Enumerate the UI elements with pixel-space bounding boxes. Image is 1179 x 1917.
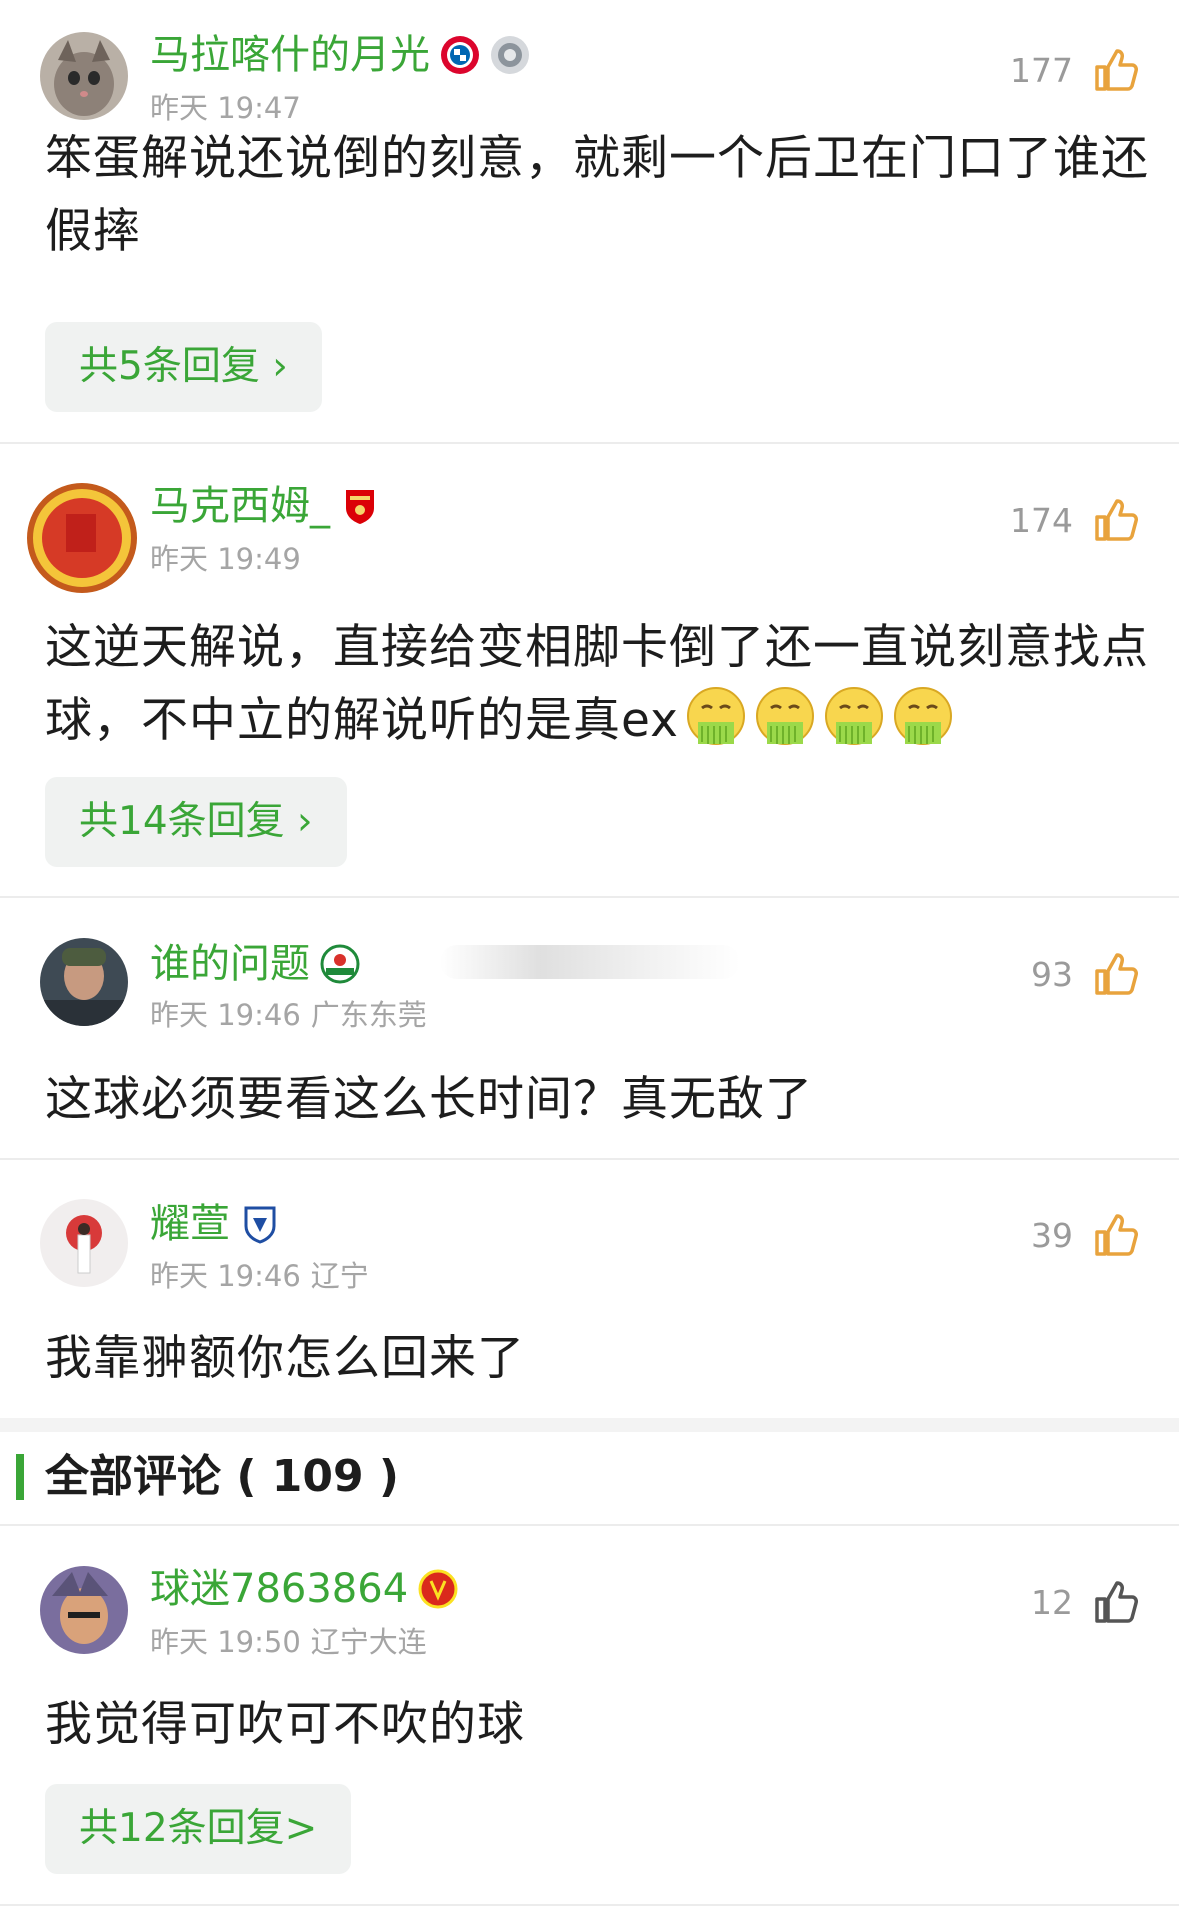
section-accent-bar xyxy=(16,1454,24,1500)
all-comments-header: 全部评论 ( 109 ) xyxy=(0,1432,1179,1524)
comment-location: 广东东莞 xyxy=(310,998,427,1032)
divider xyxy=(0,1158,1179,1160)
comment-time: 昨天 19:46 xyxy=(150,1259,301,1293)
blurred-region xyxy=(440,945,740,979)
like-count: 12 xyxy=(1031,1582,1073,1622)
henan-badge-icon xyxy=(320,944,360,984)
comment-time: 昨天 19:47 xyxy=(150,91,301,125)
comment-location: 辽宁大连 xyxy=(310,1625,427,1659)
thumbs-up-icon[interactable] xyxy=(1093,1578,1141,1626)
comment-text: 笨蛋解说还说倒的刻意，就剩一个后卫在门口了谁还假摔 xyxy=(45,131,1149,259)
arsenal-badge-icon xyxy=(340,486,380,526)
bayern-munich-badge-icon xyxy=(440,35,480,75)
comment-location: 辽宁 xyxy=(310,1259,369,1293)
section-divider xyxy=(0,1418,1179,1432)
thumbs-up-icon[interactable] xyxy=(1093,950,1141,998)
vomiting-face-icon xyxy=(822,686,886,750)
username[interactable]: 球迷7863864 xyxy=(150,1561,408,1617)
like-count: 39 xyxy=(1031,1215,1073,1255)
thumbs-up-icon[interactable] xyxy=(1093,496,1141,544)
divider xyxy=(0,896,1179,898)
like-count: 177 xyxy=(1010,50,1073,90)
divider xyxy=(0,1904,1179,1906)
vomiting-face-icon xyxy=(684,686,748,750)
comment-time: 昨天 19:50 xyxy=(150,1625,301,1659)
comment-time: 昨天 19:46 xyxy=(150,998,301,1032)
like-count: 93 xyxy=(1031,954,1073,994)
trophy-badge-icon xyxy=(490,35,530,75)
comment-time: 昨天 19:49 xyxy=(150,542,301,576)
dalian-badge-icon xyxy=(240,1204,280,1244)
username[interactable]: 谁的问题 xyxy=(150,936,310,992)
view-replies-button[interactable]: 共14条回复 › xyxy=(45,777,347,867)
manchester-united-badge-icon xyxy=(418,1569,458,1609)
comment-text: 我觉得可吹可不吹的球 xyxy=(45,1697,525,1752)
avatar[interactable] xyxy=(40,1199,128,1287)
comment-text-body: 这逆天解说，直接给变相脚卡倒了还一直说刻意找点球，不中立的解说听的是真ex xyxy=(45,620,1149,748)
comments-page: 马拉喀什的月光 昨天 19:47 177 笨蛋解说还说倒的刻意，就剩一个后卫在门… xyxy=(0,0,1179,1917)
comment-text: 这球必须要看这么长时间？真无敌了 xyxy=(45,1072,813,1127)
username[interactable]: 马克西姆_ xyxy=(150,478,330,534)
section-title: 全部评论 ( 109 ) xyxy=(45,1451,400,1502)
avatar[interactable] xyxy=(40,32,128,120)
view-replies-button[interactable]: 共5条回复 › xyxy=(45,322,322,412)
divider xyxy=(0,442,1179,444)
avatar[interactable] xyxy=(40,938,128,1026)
divider xyxy=(0,1524,1179,1526)
avatar[interactable] xyxy=(26,482,138,594)
vomiting-face-icon xyxy=(753,686,817,750)
comment-text: 这逆天解说，直接给变相脚卡倒了还一直说刻意找点球，不中立的解说听的是真ex xyxy=(45,611,1155,757)
username[interactable]: 马拉喀什的月光 xyxy=(150,27,430,83)
view-replies-button[interactable]: 共12条回复> xyxy=(45,1784,352,1874)
avatar[interactable] xyxy=(40,1566,128,1654)
vomiting-face-icon xyxy=(891,686,955,750)
username[interactable]: 耀萱 xyxy=(150,1196,230,1252)
comment-text: 我靠翀额你怎么回来了 xyxy=(45,1331,525,1386)
like-count: 174 xyxy=(1010,500,1073,540)
thumbs-up-icon[interactable] xyxy=(1093,1211,1141,1259)
thumbs-up-icon[interactable] xyxy=(1093,46,1141,94)
